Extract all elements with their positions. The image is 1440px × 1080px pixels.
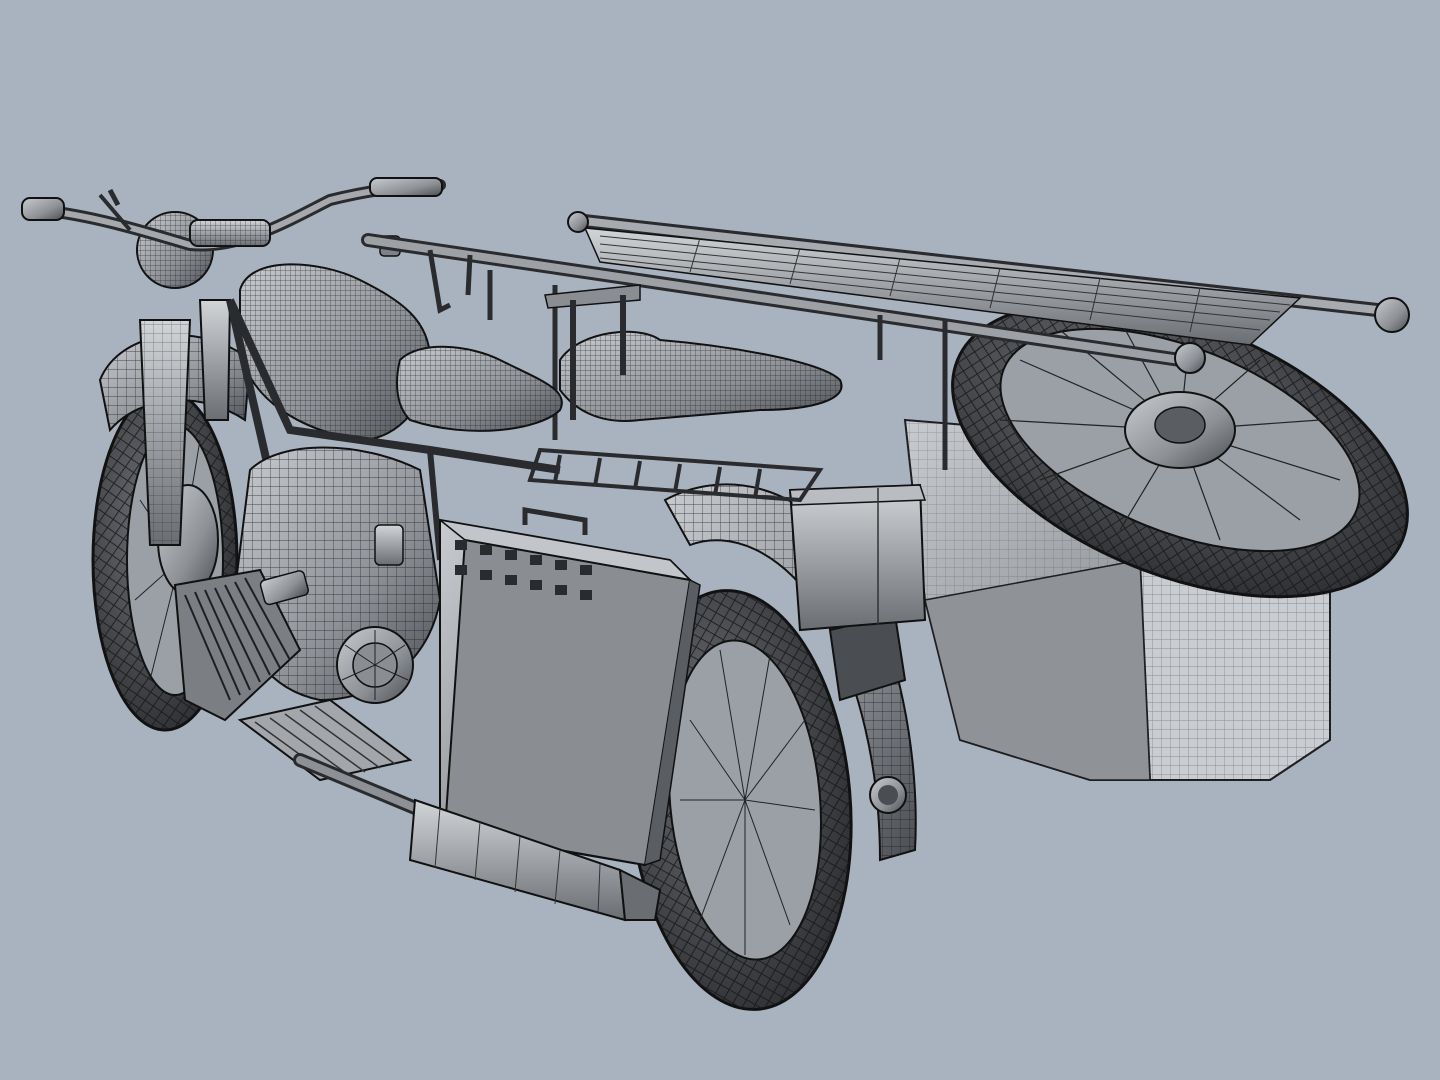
rider-seat bbox=[396, 345, 563, 432]
cylinder-head bbox=[173, 568, 309, 722]
luggage-rack bbox=[527, 447, 824, 503]
saddlebag-front bbox=[439, 507, 701, 867]
saddlebag-rear bbox=[788, 483, 927, 632]
wireframe-render-canvas bbox=[21, 177, 1410, 1011]
fuel-tank bbox=[239, 263, 432, 442]
